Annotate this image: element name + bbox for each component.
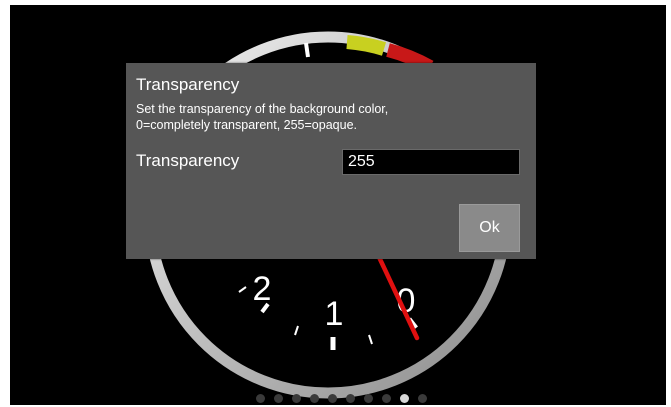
- transparency-dialog: Transparency Set the transparency of the…: [126, 63, 536, 259]
- dialog-description-line-2: 0=completely transparent, 255=opaque.: [136, 118, 357, 132]
- page-dot[interactable]: [346, 394, 355, 403]
- ok-button[interactable]: Ok: [459, 204, 520, 252]
- gauge-label-2: 2: [253, 270, 272, 308]
- page-dot[interactable]: [256, 394, 265, 403]
- dialog-title: Transparency: [136, 75, 240, 94]
- transparency-input[interactable]: [342, 149, 520, 175]
- page-dot[interactable]: [364, 394, 373, 403]
- gauge-caution-zone: [346, 35, 387, 56]
- app-screen: 2 1 0 Transparency Set the transparency …: [10, 5, 666, 405]
- transparency-field-label: Transparency: [136, 151, 240, 170]
- dialog-description-line-1: Set the transparency of the background c…: [136, 102, 389, 116]
- page-dot-active[interactable]: [400, 394, 409, 403]
- page-dot[interactable]: [382, 394, 391, 403]
- page-dot[interactable]: [418, 394, 427, 403]
- page-indicator: [256, 394, 427, 404]
- page-dot[interactable]: [292, 394, 301, 403]
- dialog-description: Set the transparency of the background c…: [136, 101, 531, 133]
- page-dot[interactable]: [274, 394, 283, 403]
- page-dot[interactable]: [328, 394, 337, 403]
- page-dot[interactable]: [310, 394, 319, 403]
- gauge-label-1: 1: [325, 295, 344, 333]
